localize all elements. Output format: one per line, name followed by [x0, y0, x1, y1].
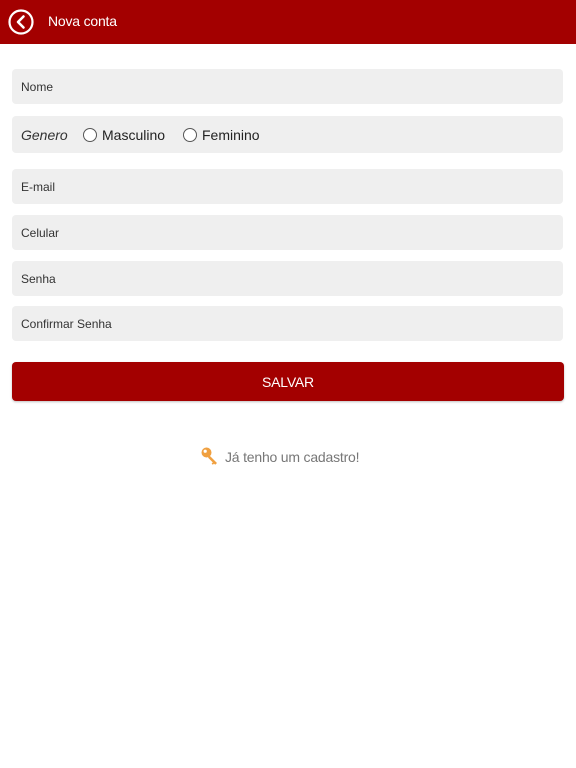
gender-label: Genero [21, 127, 68, 143]
radio-button[interactable] [183, 128, 197, 142]
key-icon [201, 447, 217, 465]
phone-input[interactable] [12, 215, 563, 250]
confirm-password-input[interactable] [12, 306, 563, 341]
gender-selector: Genero Masculino Feminino [12, 116, 563, 153]
password-input[interactable] [12, 261, 563, 296]
back-icon[interactable] [8, 9, 34, 35]
gender-option-masculino[interactable]: Masculino [83, 127, 165, 143]
login-link-label: Já tenho um cadastro! [225, 449, 360, 465]
login-link[interactable]: Já tenho um cadastro! [200, 446, 360, 468]
email-input[interactable] [12, 169, 563, 204]
gender-option-feminino[interactable]: Feminino [183, 127, 260, 143]
name-input[interactable] [12, 69, 563, 104]
app-header: Nova conta [0, 0, 576, 44]
save-button[interactable]: SALVAR [12, 362, 564, 401]
radio-button[interactable] [83, 128, 97, 142]
page-title: Nova conta [48, 13, 117, 29]
radio-label: Feminino [202, 127, 260, 143]
radio-label: Masculino [102, 127, 166, 143]
